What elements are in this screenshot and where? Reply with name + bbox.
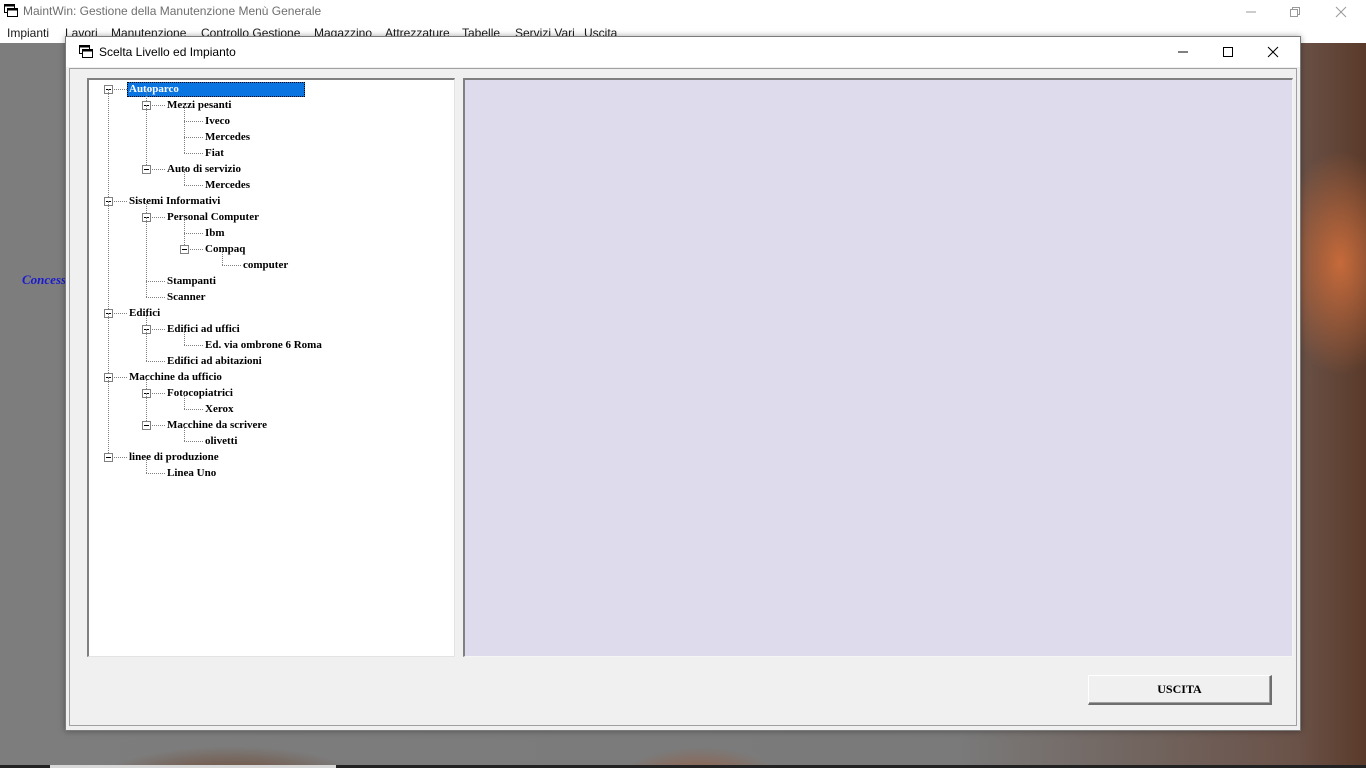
app-window-icon (4, 4, 18, 17)
tree-node[interactable]: Fiat (203, 146, 226, 161)
tree-node[interactable]: Edifici (127, 306, 162, 321)
tree-node[interactable]: Macchine da ufficio (127, 370, 224, 385)
tree-node[interactable]: linee di produzione (127, 450, 221, 465)
tree-connector (184, 393, 185, 409)
tree-connector (222, 249, 223, 265)
collapse-icon[interactable] (142, 165, 151, 174)
tree-node[interactable]: Linea Uno (165, 466, 218, 481)
tree-node[interactable]: computer (241, 258, 290, 273)
tree-connector (146, 473, 165, 474)
tree-connector (184, 409, 203, 410)
tree-connector (184, 121, 203, 122)
app-titlebar: MaintWin: Gestione della Manutenzione Me… (0, 0, 1366, 23)
tree-connector (184, 185, 203, 186)
tree-node[interactable]: olivetti (203, 434, 239, 449)
app-minimize-button[interactable] (1228, 0, 1274, 23)
maximize-icon (1223, 47, 1233, 57)
tree-node[interactable]: Macchine da scrivere (165, 418, 269, 433)
tree-node[interactable]: Ibm (203, 226, 227, 241)
tree-node[interactable]: Compaq (203, 242, 247, 257)
detail-panel (463, 78, 1293, 657)
background-label: Concess (22, 272, 67, 287)
tree-connector (184, 121, 185, 137)
restore-icon (1290, 7, 1300, 17)
tree-connector (184, 217, 185, 233)
tree-connector (146, 329, 147, 361)
tree-node[interactable]: Scanner (165, 290, 208, 305)
tree-connector (184, 137, 203, 138)
tree-connector (184, 233, 203, 234)
tree-node[interactable]: Mercedes (203, 178, 252, 193)
menu-impianti[interactable]: Impianti (7, 26, 49, 40)
tree-connector (146, 105, 147, 169)
collapse-icon[interactable] (104, 453, 113, 462)
dialog-title: Scelta Livello ed Impianto (99, 45, 236, 59)
tree-connector (184, 105, 185, 121)
impianti-tree[interactable]: Autoparco Mezzi pesanti Iveco Mercedes Fiat A… (87, 78, 455, 657)
dialog-close-button[interactable] (1250, 37, 1296, 67)
tree-connector (108, 89, 109, 201)
tree-connector (146, 217, 147, 281)
tree-node[interactable]: Sistemi Informativi (127, 194, 222, 209)
collapse-icon[interactable] (180, 245, 189, 254)
collapse-icon[interactable] (142, 421, 151, 430)
tree-connector (108, 201, 109, 313)
dialog-window-icon (79, 45, 93, 58)
tree-connector (146, 281, 165, 282)
tree-node[interactable]: Iveco (203, 114, 232, 129)
dialog-titlebar: Scelta Livello ed Impianto (66, 37, 1300, 67)
close-icon (1335, 6, 1347, 18)
tree-connector (184, 137, 185, 153)
tree-node[interactable]: Mezzi pesanti (165, 98, 233, 113)
dialog-minimize-button[interactable] (1160, 37, 1206, 67)
tree-node[interactable]: Edifici ad uffici (165, 322, 242, 337)
app-close-button[interactable] (1318, 0, 1364, 23)
tree-connector (184, 441, 203, 442)
close-icon (1267, 46, 1279, 58)
tree-node[interactable]: Personal Computer (165, 210, 261, 225)
tree-connector (146, 457, 147, 473)
tree-connector (184, 345, 203, 346)
scelta-livello-dialog: Scelta Livello ed Impianto Autoparco Mezz… (65, 36, 1301, 731)
tree-node[interactable]: Xerox (203, 402, 236, 417)
tree-node[interactable]: Fotocopiatrici (165, 386, 235, 401)
tree-node[interactable]: Stampanti (165, 274, 218, 289)
tree-connector (184, 169, 185, 185)
tree-node[interactable]: Ed. via ombrone 6 Roma (203, 338, 324, 353)
app-restore-button[interactable] (1272, 0, 1318, 23)
tree-connector (184, 425, 185, 441)
tree-connector (146, 297, 165, 298)
tree-connector (108, 313, 109, 377)
dialog-maximize-button[interactable] (1205, 37, 1251, 67)
tree-node[interactable]: Auto di servizio (165, 162, 243, 177)
app-title: MaintWin: Gestione della Manutenzione Me… (23, 4, 322, 18)
tree-connector (146, 281, 147, 297)
minimize-icon (1178, 51, 1188, 53)
tree-node[interactable]: Autoparco (127, 82, 305, 97)
tree-connector (184, 329, 185, 345)
tree-connector (146, 361, 165, 362)
tree-connector (184, 153, 203, 154)
uscita-button[interactable]: USCITA (1088, 675, 1272, 705)
tree-connector (108, 377, 109, 457)
tree-connector (222, 265, 241, 266)
tree-node[interactable]: Mercedes (203, 130, 252, 145)
tree-node[interactable]: Edifici ad abitazioni (165, 354, 264, 369)
minimize-icon (1246, 11, 1256, 13)
